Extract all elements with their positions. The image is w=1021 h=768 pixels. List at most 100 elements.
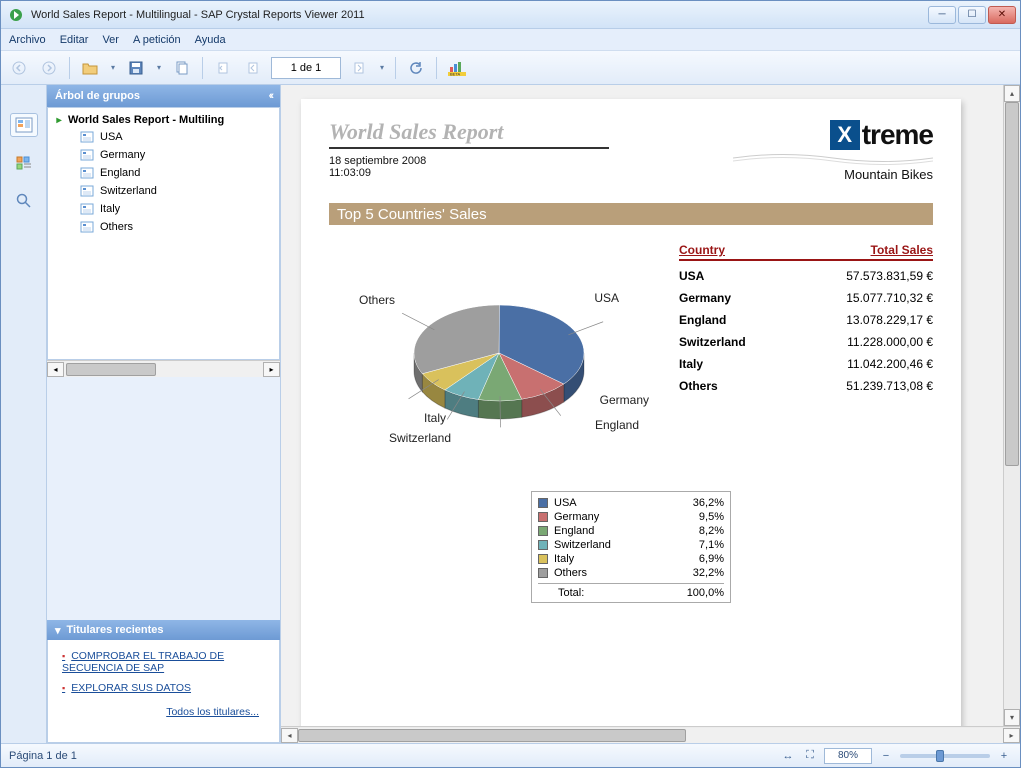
table-row: Switzerland11.228.000,00 € [679, 335, 933, 349]
legend-name: USA [554, 497, 668, 509]
report-item-icon [80, 167, 94, 179]
menu-view[interactable]: Ver [102, 34, 119, 46]
nav-back-button[interactable] [7, 56, 31, 80]
legend-swatch [538, 554, 548, 564]
app-window: World Sales Report - Multilingual - SAP … [0, 0, 1021, 768]
nav-fwd-button[interactable] [37, 56, 61, 80]
cell-sales: 11.228.000,00 € [847, 335, 933, 349]
pie-label-germany: Germany [600, 393, 649, 407]
find-icon[interactable] [10, 189, 38, 213]
report-item-icon [80, 185, 94, 197]
legend-swatch [538, 512, 548, 522]
chevron-down-icon: ▾ [55, 624, 61, 637]
recent-header[interactable]: ▾ Titulares recientes [47, 620, 280, 640]
tree-item-label: USA [100, 131, 123, 143]
legend-name: Others [554, 567, 668, 579]
page-next-button[interactable] [347, 56, 371, 80]
tree-item-label: England [100, 167, 140, 179]
recent-all-link[interactable]: Todos los titulares... [72, 706, 259, 718]
tree-item-label: Others [100, 221, 133, 233]
legend-row: Italy6,9% [538, 552, 724, 566]
cell-sales: 57.573.831,59 € [846, 269, 933, 283]
legend-value: 9,5% [674, 511, 724, 523]
cell-country: Germany [679, 291, 731, 305]
zoom-value[interactable]: 80% [824, 748, 872, 764]
fit-width-icon[interactable]: ↔ [780, 748, 796, 764]
brand-x: X [830, 120, 860, 150]
cell-sales: 11.042.200,46 € [847, 357, 933, 371]
copy-button[interactable] [170, 56, 194, 80]
menu-edit[interactable]: Editar [60, 34, 89, 46]
legend-swatch [538, 498, 548, 508]
report-item-icon [80, 221, 94, 233]
tree-item[interactable]: Others [50, 218, 277, 236]
brand-sub: Mountain Bikes [733, 167, 933, 182]
pie-legend: USA36,2%Germany9,5%England8,2%Switzerlan… [531, 491, 731, 603]
report-page: World Sales Report 18 septiembre 2008 11… [301, 99, 961, 726]
zoom-slider[interactable] [900, 754, 990, 758]
cell-country: Italy [679, 357, 703, 371]
group-tree-icon[interactable] [10, 113, 38, 137]
sales-table: Country Total Sales USA57.573.831,59 €Ge… [679, 243, 933, 473]
pie-label-england: England [595, 418, 639, 432]
legend-row: USA 36,2% [538, 496, 724, 510]
toolbar-sep [395, 57, 396, 79]
group-tree: ▸ World Sales Report - Multiling USA Germ… [47, 107, 280, 360]
report-item-icon [80, 149, 94, 161]
report-item-icon [80, 131, 94, 143]
cell-sales: 51.239.713,08 € [846, 379, 933, 393]
zoom-out-icon[interactable]: − [878, 748, 894, 764]
save-dropdown[interactable]: ▾ [154, 63, 164, 72]
tree-root[interactable]: ▸ World Sales Report - Multiling [50, 112, 277, 128]
page-dropdown[interactable]: ▾ [377, 63, 387, 72]
collapse-icon[interactable]: ‹‹ [269, 90, 272, 102]
report-h-scrollbar[interactable]: ◂ ▸ [281, 726, 1020, 743]
group-tree-header: Árbol de grupos ‹‹ [47, 85, 280, 107]
parameters-icon[interactable] [10, 151, 38, 175]
tree-item[interactable]: Italy [50, 200, 277, 218]
open-button[interactable] [78, 56, 102, 80]
pie-label-usa: USA [594, 291, 619, 305]
tree-item[interactable]: Switzerland [50, 182, 277, 200]
legend-value: 7,1% [674, 539, 724, 551]
cell-country: England [679, 313, 726, 327]
menu-file[interactable]: Archivo [9, 34, 46, 46]
legend-value: 32,2% [674, 567, 724, 579]
cell-sales: 13.078.229,17 € [846, 313, 933, 327]
toolbar-sep [436, 57, 437, 79]
tree-h-scrollbar[interactable]: ◂ ▸ [47, 360, 280, 377]
chart-beta-button[interactable]: BETA [445, 56, 469, 80]
toolbar-sep [202, 57, 203, 79]
refresh-button[interactable] [404, 56, 428, 80]
minimize-button[interactable]: ─ [928, 6, 956, 24]
window-controls: ─ ☐ ✕ [928, 6, 1016, 24]
recent-link-0[interactable]: COMPROBAR EL TRABAJO DE SECUENCIA DE SAP [62, 650, 269, 674]
menu-petition[interactable]: A petición [133, 34, 181, 46]
page-prev-button[interactable] [241, 56, 265, 80]
legend-swatch [538, 568, 548, 578]
pie-label-switzerland: Switzerland [389, 431, 451, 445]
tree-item[interactable]: Germany [50, 146, 277, 164]
maximize-button[interactable]: ☐ [958, 6, 986, 24]
view-strip [1, 85, 47, 743]
tree-item-label: Italy [100, 203, 120, 215]
fit-page-icon[interactable]: ⛶ [802, 748, 818, 764]
report-viewer: World Sales Report 18 septiembre 2008 11… [281, 85, 1020, 743]
legend-value: 36,2% [674, 497, 724, 509]
report-canvas[interactable]: World Sales Report 18 septiembre 2008 11… [281, 85, 1020, 726]
tree-item[interactable]: USA [50, 128, 277, 146]
close-button[interactable]: ✕ [988, 6, 1016, 24]
menu-help[interactable]: Ayuda [195, 34, 226, 46]
menubar: Archivo Editar Ver A petición Ayuda [1, 29, 1020, 51]
legend-name: Italy [554, 553, 668, 565]
open-dropdown[interactable]: ▾ [108, 63, 118, 72]
recent-link-1[interactable]: EXPLORAR SUS DATOS [62, 682, 269, 694]
page-indicator[interactable]: 1 de 1 [271, 57, 341, 79]
titlebar: World Sales Report - Multilingual - SAP … [1, 1, 1020, 29]
tree-item[interactable]: England [50, 164, 277, 182]
save-button[interactable] [124, 56, 148, 80]
report-v-scrollbar[interactable]: ▴ ▾ [1003, 85, 1020, 726]
page-first-button[interactable] [211, 56, 235, 80]
zoom-in-icon[interactable]: + [996, 748, 1012, 764]
expand-icon[interactable]: ▸ [54, 115, 64, 125]
